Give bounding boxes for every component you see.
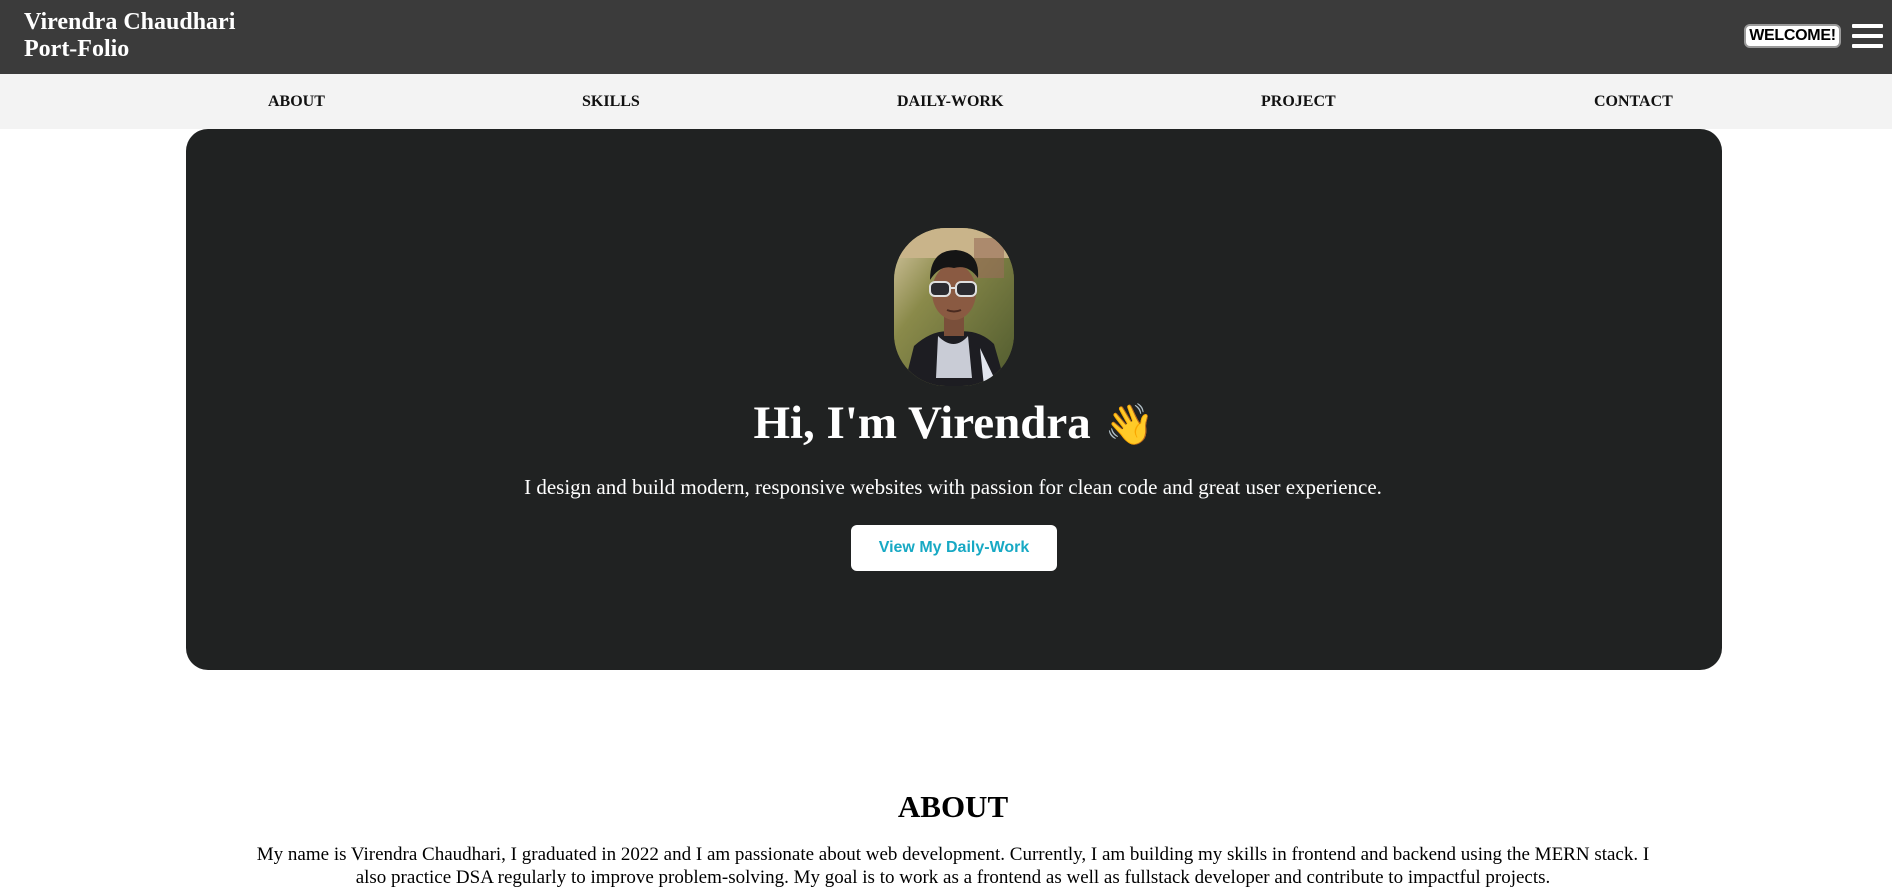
about-heading: ABOUT	[897, 789, 1009, 824]
hero-title-text: Hi, I'm Virendra	[753, 397, 1091, 449]
nav-skills[interactable]: SKILLS	[582, 93, 640, 111]
brand-subtitle: Port-Folio	[24, 36, 130, 62]
nav-project[interactable]: PROJECT	[1261, 93, 1336, 111]
brand-name: Virendra Chaudhari	[24, 9, 236, 35]
about-paragraph: My name is Virendra Chaudhari, I graduat…	[256, 844, 1650, 888]
brand-logo[interactable]: Virendra Chaudhari Port-Folio	[24, 9, 235, 63]
welcome-badge[interactable]: WELCOME!	[1744, 24, 1841, 48]
hero-subtitle: I design and build modern, responsive we…	[524, 475, 1382, 499]
top-header: Virendra Chaudhari Port-Folio WELCOME!	[0, 0, 1892, 74]
profile-photo-icon	[894, 228, 1014, 386]
nav-contact[interactable]: CONTACT	[1594, 93, 1673, 111]
view-daily-work-button[interactable]: View My Daily-Work	[851, 525, 1057, 571]
wave-hand-icon: 👋	[1104, 402, 1155, 448]
nav-about[interactable]: ABOUT	[268, 93, 325, 111]
main-nav: ABOUT SKILLS DAILY-WORK PROJECT CONTACT	[0, 74, 1892, 129]
hamburger-menu-icon[interactable]	[1852, 24, 1883, 48]
profile-avatar	[894, 228, 1014, 386]
hero-title: Hi, I'm Virendra 👋	[0, 394, 1892, 454]
nav-daily-work[interactable]: DAILY-WORK	[897, 93, 1003, 111]
